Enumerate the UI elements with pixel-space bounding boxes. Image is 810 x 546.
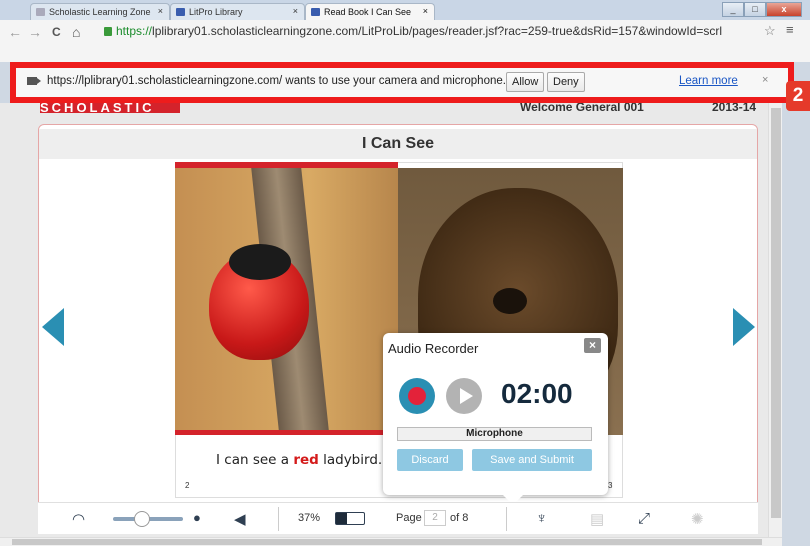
recorder-title: Audio Recorder	[388, 341, 479, 356]
notes-icon[interactable]: ▤	[590, 510, 604, 528]
settings-gear-icon[interactable]: ✺	[691, 510, 704, 528]
close-tab-icon[interactable]: ×	[158, 6, 163, 16]
caption-text: I can see a	[216, 452, 294, 468]
tab-litpro-library[interactable]: LitPro Library ×	[170, 3, 305, 20]
tab-read-book[interactable]: Read Book I Can See ×	[305, 3, 435, 20]
discard-button[interactable]: Discard	[397, 449, 463, 471]
page-number-input[interactable]: 2	[424, 510, 446, 526]
reload-icon[interactable]: C	[52, 25, 61, 39]
microphone-level: Microphone	[397, 427, 592, 441]
page-caption: I can see a red ladybird.	[216, 452, 382, 468]
zoom-toggle[interactable]	[335, 512, 365, 525]
browser-menu-icon[interactable]: ≡	[786, 22, 794, 37]
left-page-number: 2	[185, 481, 190, 490]
page-bottom-stripe	[175, 430, 398, 435]
next-page-arrow-icon[interactable]	[733, 308, 755, 346]
tab-scholastic-learning-zone[interactable]: Scholastic Learning Zone ×	[30, 3, 170, 20]
record-button[interactable]	[399, 378, 435, 414]
close-window-button[interactable]: x	[766, 2, 802, 17]
zoom-level: 37%	[298, 512, 321, 524]
toolbar-divider	[278, 507, 279, 531]
bookmark-star-icon[interactable]: ☆	[764, 23, 776, 39]
reader-toolbar: ◠ ● ◀ 37% Page 2 of 8 ♆ ▤ ⤢ ✺	[38, 502, 758, 534]
book-title: I Can See	[39, 129, 757, 159]
right-page-number: 3	[608, 481, 613, 490]
microphone-icon[interactable]: ♆	[536, 510, 547, 527]
toolbar-divider	[506, 507, 507, 531]
lock-icon	[104, 27, 112, 36]
close-recorder-button[interactable]: ×	[584, 338, 601, 353]
bear-nose	[493, 288, 527, 314]
url-text: lplibrary01.scholasticlearningzone.com/L…	[152, 24, 723, 38]
page-total: of 8	[450, 512, 469, 524]
back-arrow-icon[interactable]: ←	[8, 24, 22, 40]
close-tab-icon[interactable]: ×	[423, 6, 428, 16]
save-and-submit-button[interactable]: Save and Submit	[472, 449, 592, 471]
close-tab-icon[interactable]: ×	[293, 6, 298, 16]
home-icon[interactable]: ⌂	[72, 24, 80, 40]
read-aloud-icon[interactable]: ◀	[234, 510, 246, 528]
tab-label: Read Book I Can See	[324, 7, 412, 17]
minimize-button[interactable]: _	[722, 2, 744, 17]
tab-label: LitPro Library	[189, 7, 243, 17]
ladybird-photo	[175, 168, 398, 430]
step-badge: 2	[786, 81, 810, 111]
audio-recorder-dialog: Audio Recorder × 02:00 Microphone Discar…	[383, 333, 608, 505]
play-button[interactable]	[446, 378, 482, 414]
page-favicon-icon	[36, 8, 45, 16]
scroll-thumb[interactable]	[771, 108, 781, 518]
page-favicon-icon	[176, 8, 185, 16]
fullscreen-icon[interactable]: ⤢	[638, 510, 650, 527]
caption-text-end: ladybird.	[318, 452, 383, 468]
address-bar[interactable]: https://lplibrary01.scholasticlearningzo…	[104, 22, 750, 41]
page-label: Page	[396, 512, 422, 524]
previous-page-arrow-icon[interactable]	[42, 308, 64, 346]
page-favicon-icon	[311, 8, 320, 16]
caption-highlight: red	[293, 452, 319, 468]
browser-tab-strip: Scholastic Learning Zone × LitPro Librar…	[0, 0, 810, 20]
ladybird-head	[229, 244, 291, 280]
window-controls: _ □ x	[722, 2, 802, 17]
tab-label: Scholastic Learning Zone	[49, 7, 151, 17]
scroll-thumb[interactable]	[12, 539, 762, 545]
speech-bubble-icon[interactable]: ●	[193, 510, 201, 525]
horizontal-scrollbar[interactable]	[0, 537, 782, 546]
forward-arrow-icon[interactable]: →	[28, 24, 42, 40]
url-scheme: https://	[116, 24, 153, 38]
maximize-button[interactable]: □	[744, 2, 766, 17]
speed-gauge-icon[interactable]: ◠	[72, 510, 85, 528]
highlight-box	[10, 62, 794, 103]
zoom-toggle-fill	[336, 513, 348, 524]
recording-timer: 02:00	[501, 378, 573, 409]
browser-toolbar: ← → C ⌂ https://lplibrary01.scholasticle…	[0, 20, 810, 62]
slider-handle[interactable]	[134, 511, 150, 527]
vertical-scrollbar[interactable]	[768, 103, 782, 537]
